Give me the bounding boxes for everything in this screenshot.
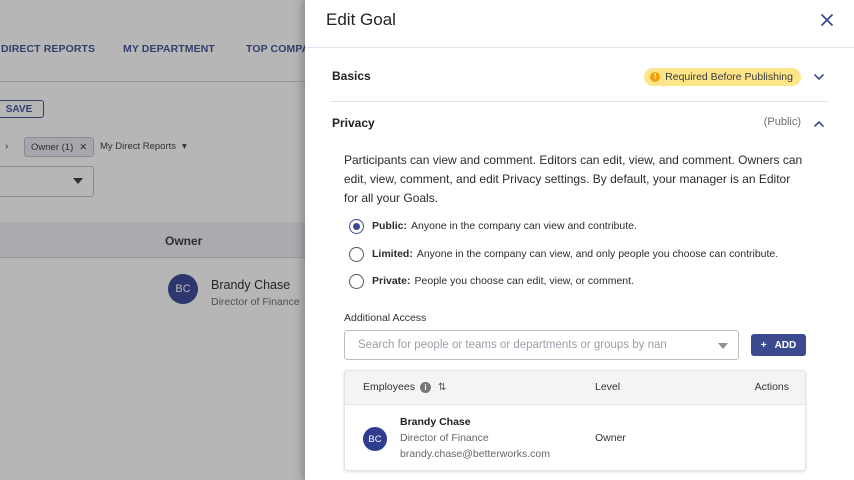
employee-title: Director of Finance xyxy=(400,432,489,444)
privacy-option-private-text: People you choose can edit, view, or com… xyxy=(414,275,634,287)
info-icon[interactable]: i xyxy=(419,381,431,393)
employees-column-header[interactable]: Employees i ⇅ xyxy=(363,381,446,393)
privacy-status: (Public) xyxy=(763,116,801,128)
plus-icon: + xyxy=(760,339,767,351)
access-search-input[interactable] xyxy=(345,331,705,359)
radio-public[interactable] xyxy=(349,218,364,234)
actions-column-header: Actions xyxy=(754,381,789,393)
privacy-option-private[interactable]: Private: People you choose can edit, vie… xyxy=(349,272,634,290)
edit-goal-drawer: Edit Goal Basics ! Required Before Publi… xyxy=(305,0,854,480)
employees-header-label: Employees xyxy=(363,381,415,393)
radio-private[interactable] xyxy=(349,273,364,289)
privacy-option-public-title: Public: xyxy=(372,220,408,232)
access-search-field[interactable] xyxy=(344,330,739,360)
drawer-header: Edit Goal xyxy=(305,0,854,48)
level-column-header: Level xyxy=(595,381,621,393)
employee-name: Brandy Chase xyxy=(400,416,471,428)
basics-label: Basics xyxy=(332,69,371,83)
radio-limited[interactable] xyxy=(349,246,364,262)
add-access-button[interactable]: + ADD xyxy=(751,334,806,356)
close-icon[interactable] xyxy=(819,12,835,28)
privacy-option-limited-title: Limited: xyxy=(372,248,413,260)
page-title: Edit Goal xyxy=(326,10,396,29)
avatar: BC xyxy=(363,427,387,451)
chevron-down-icon[interactable] xyxy=(813,71,825,83)
access-table: Employees i ⇅ Level Actions BC Brandy Ch… xyxy=(344,370,806,471)
employee-level: Owner xyxy=(595,432,626,444)
chevron-up-icon[interactable] xyxy=(813,118,825,130)
required-badge-label: Required Before Publishing xyxy=(665,71,793,83)
modal-overlay[interactable] xyxy=(0,0,305,480)
add-access-button-label: ADD xyxy=(774,339,797,351)
employee-email: brandy.chase@betterworks.com xyxy=(400,448,550,460)
privacy-option-public[interactable]: Public: Anyone in the company can view a… xyxy=(349,217,637,235)
privacy-option-private-title: Private: xyxy=(372,275,411,287)
warning-icon: ! xyxy=(650,72,661,82)
privacy-option-limited-text: Anyone in the company can view, and only… xyxy=(416,248,779,260)
privacy-label: Privacy xyxy=(332,116,375,130)
privacy-option-limited[interactable]: Limited: Anyone in the company can view,… xyxy=(349,245,778,263)
privacy-description: Participants can view and comment. Edito… xyxy=(344,153,803,205)
basics-section-header[interactable]: Basics ! Required Before Publishing xyxy=(330,54,827,101)
required-badge: ! Required Before Publishing xyxy=(644,68,801,86)
additional-access-label: Additional Access xyxy=(344,312,427,324)
caret-down-icon[interactable] xyxy=(718,343,728,349)
privacy-option-public-text: Anyone in the company can view and contr… xyxy=(411,220,637,232)
sort-icon[interactable]: ⇅ xyxy=(438,382,446,393)
access-table-header: Employees i ⇅ Level Actions xyxy=(345,371,805,405)
privacy-section-header[interactable]: Privacy (Public) xyxy=(330,101,827,148)
